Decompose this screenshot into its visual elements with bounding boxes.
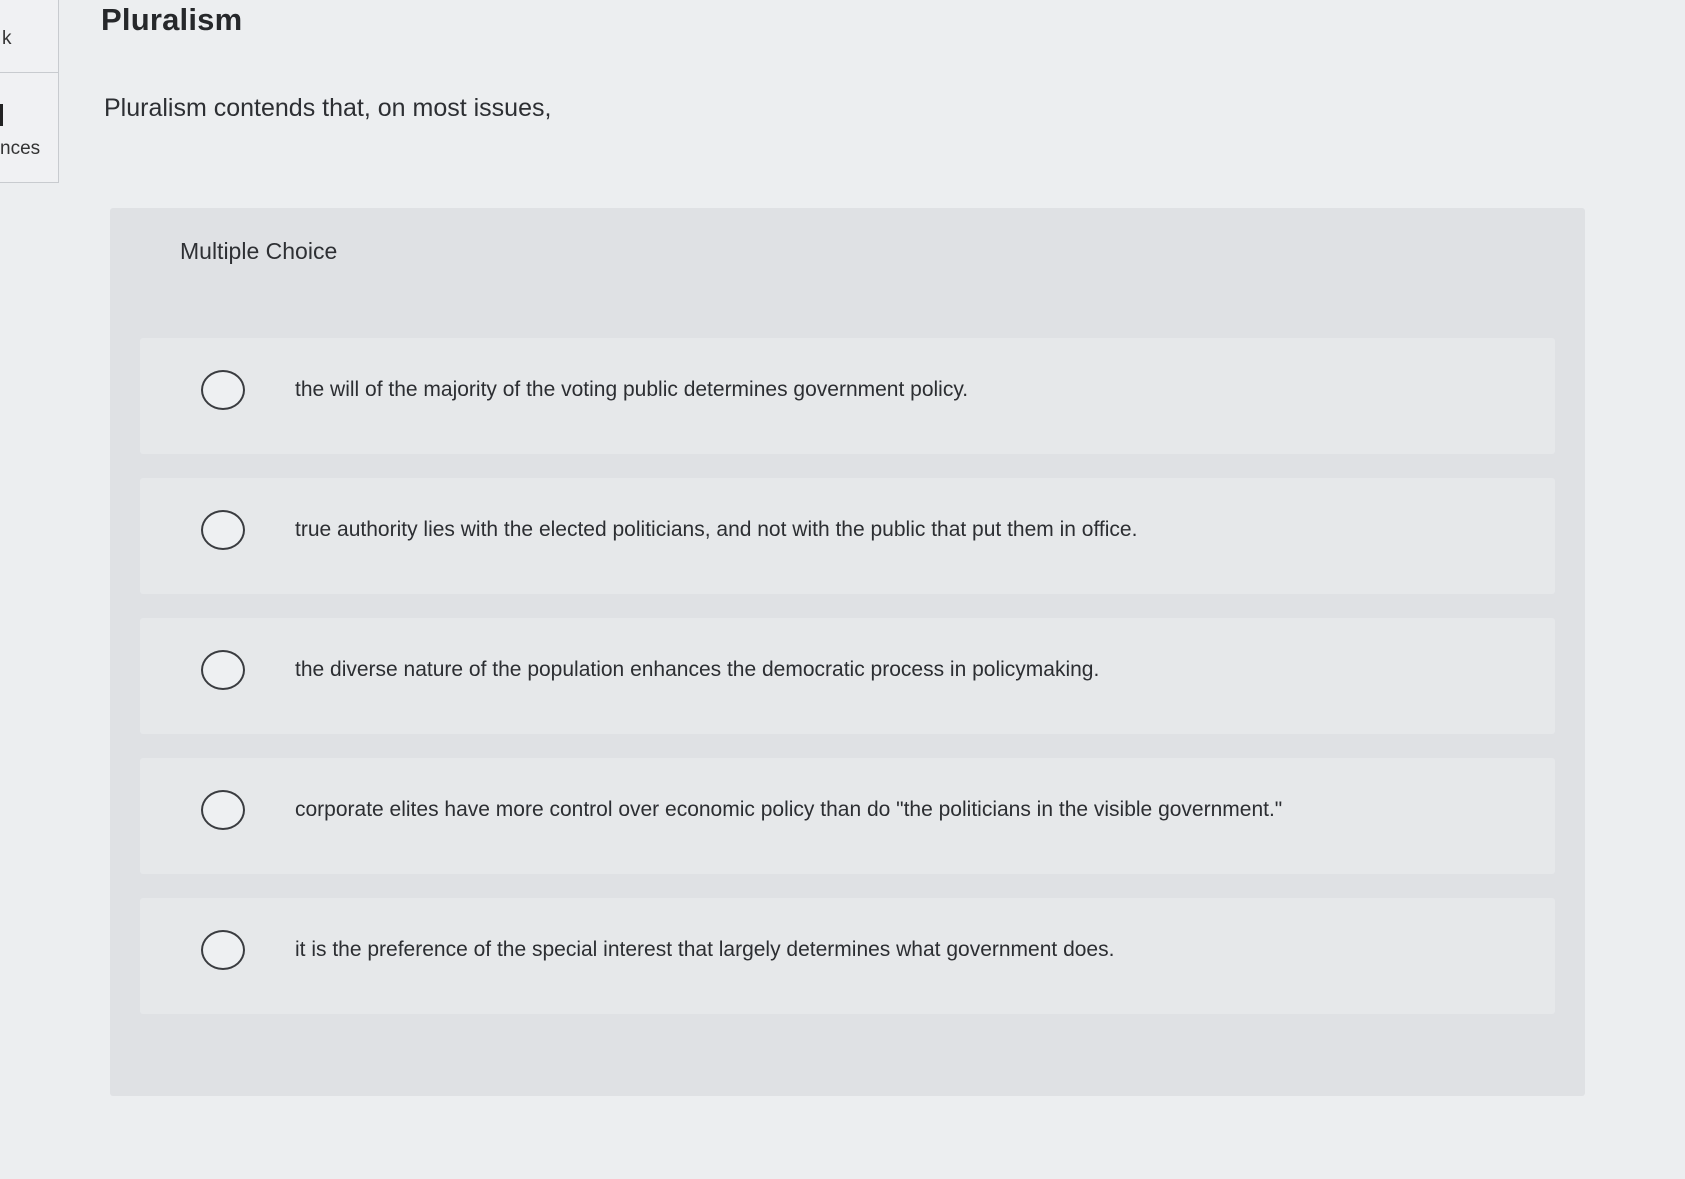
choice-label[interactable]: the will of the majority of the voting p…: [295, 378, 968, 402]
choice-option[interactable]: the diverse nature of the population enh…: [140, 608, 1555, 748]
choice-option[interactable]: true authority lies with the elected pol…: [140, 468, 1555, 608]
radio-button[interactable]: [201, 930, 245, 970]
choice-label[interactable]: corporate elites have more control over …: [295, 798, 1282, 822]
radio-button[interactable]: [201, 370, 245, 410]
choice-label[interactable]: the diverse nature of the population enh…: [295, 658, 1099, 682]
radio-button[interactable]: [201, 650, 245, 690]
question-type-label: Multiple Choice: [180, 238, 338, 264]
page-title: Pluralism: [101, 2, 243, 37]
radio-button[interactable]: [201, 790, 245, 830]
choice-option[interactable]: the will of the majority of the voting p…: [140, 328, 1555, 468]
sidebar-tab-fragment-bottom[interactable]: nces: [0, 138, 40, 160]
choice-label[interactable]: it is the preference of the special inte…: [295, 938, 1114, 962]
choice-option[interactable]: corporate elites have more control over …: [140, 748, 1555, 888]
choice-label[interactable]: true authority lies with the elected pol…: [295, 518, 1137, 542]
sidebar-tab-fragment-top[interactable]: k: [2, 28, 12, 50]
choice-list: the will of the majority of the voting p…: [140, 328, 1555, 1028]
sidebar-edge: k nces: [0, 0, 59, 183]
sidebar-active-indicator: [0, 104, 3, 126]
sidebar-divider: [0, 72, 58, 73]
choice-option[interactable]: it is the preference of the special inte…: [140, 888, 1555, 1028]
question-card: Multiple Choice the will of the majority…: [110, 208, 1585, 1096]
question-prompt: Pluralism contends that, on most issues,: [104, 94, 552, 122]
radio-button[interactable]: [201, 510, 245, 550]
